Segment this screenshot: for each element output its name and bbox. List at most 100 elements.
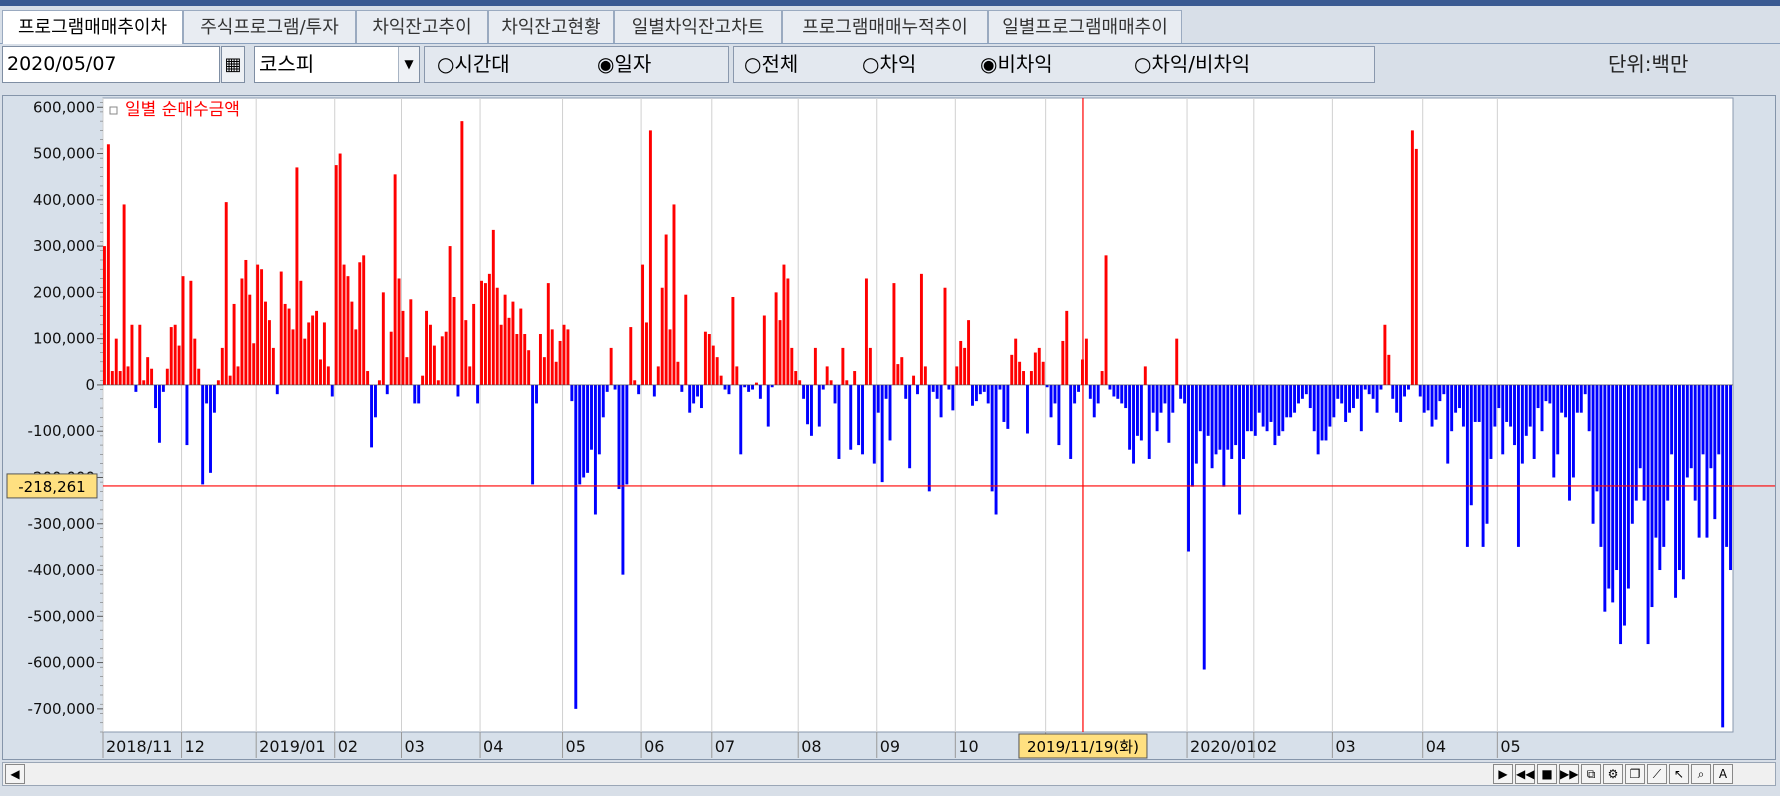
- bar[interactable]: [645, 322, 648, 385]
- bar[interactable]: [963, 347, 967, 385]
- bar[interactable]: [507, 317, 511, 385]
- bar[interactable]: [405, 357, 409, 385]
- bar[interactable]: [1088, 384, 1092, 399]
- bar[interactable]: [1395, 384, 1399, 413]
- bar[interactable]: [1650, 384, 1654, 608]
- bar[interactable]: [625, 384, 629, 485]
- bar[interactable]: [613, 384, 617, 390]
- fast-forward-icon[interactable]: ▶▶: [1559, 764, 1579, 784]
- bar[interactable]: [1725, 384, 1729, 547]
- bar[interactable]: [1611, 384, 1615, 603]
- bar[interactable]: [421, 375, 425, 385]
- bar[interactable]: [303, 338, 307, 385]
- bar[interactable]: [1065, 310, 1069, 385]
- tab-program-cumulative[interactable]: 프로그램매매누적추이: [782, 10, 988, 43]
- radio-daily[interactable]: ◉일자: [597, 47, 651, 82]
- bar[interactable]: [169, 327, 173, 385]
- bar[interactable]: [177, 345, 181, 385]
- line-chart-icon[interactable]: ⟋: [1647, 764, 1667, 784]
- bar[interactable]: [346, 276, 350, 385]
- bar[interactable]: [330, 384, 334, 397]
- bar[interactable]: [1367, 384, 1371, 395]
- bar[interactable]: [1481, 384, 1485, 547]
- bar[interactable]: [994, 384, 998, 515]
- scroll-left-icon[interactable]: ◀: [5, 764, 25, 784]
- bar[interactable]: [558, 340, 562, 385]
- bar[interactable]: [762, 315, 766, 385]
- bar[interactable]: [1501, 384, 1505, 455]
- bar[interactable]: [1681, 384, 1685, 580]
- bar[interactable]: [1092, 384, 1096, 418]
- bar[interactable]: [1493, 384, 1497, 427]
- bar[interactable]: [896, 364, 900, 385]
- copy-icon[interactable]: ⧉: [1581, 764, 1601, 784]
- bar[interactable]: [668, 329, 672, 385]
- bar[interactable]: [778, 320, 782, 385]
- bar[interactable]: [1135, 384, 1139, 436]
- bar[interactable]: [487, 273, 491, 385]
- bar[interactable]: [1556, 384, 1560, 455]
- bar[interactable]: [1355, 384, 1359, 399]
- bar[interactable]: [1014, 338, 1018, 385]
- bar[interactable]: [126, 366, 130, 385]
- bar[interactable]: [1249, 384, 1253, 432]
- bar[interactable]: [786, 278, 790, 385]
- bar[interactable]: [1006, 384, 1010, 429]
- bar[interactable]: [1658, 384, 1662, 571]
- bar[interactable]: [1352, 384, 1355, 409]
- bar[interactable]: [1100, 371, 1104, 385]
- bar[interactable]: [138, 324, 142, 385]
- bar[interactable]: [165, 368, 169, 385]
- bar[interactable]: [1285, 384, 1289, 418]
- tab-program-trend-diff[interactable]: 프로그램매매추이차: [2, 10, 183, 44]
- bar[interactable]: [550, 329, 554, 385]
- radio-non-arbitrage[interactable]: ◉비차익: [980, 47, 1053, 82]
- bar[interactable]: [782, 264, 786, 385]
- bar[interactable]: [637, 384, 641, 395]
- bar[interactable]: [1442, 384, 1446, 395]
- bar[interactable]: [590, 384, 593, 450]
- rewind-icon[interactable]: ◀◀: [1515, 764, 1535, 784]
- bar[interactable]: [1218, 384, 1222, 450]
- bar[interactable]: [1340, 384, 1344, 404]
- bar[interactable]: [209, 384, 212, 473]
- tab-arbitrage-balance-status[interactable]: 차익잔고현황: [488, 10, 614, 43]
- bar[interactable]: [1721, 384, 1725, 728]
- bar[interactable]: [1623, 384, 1626, 626]
- bar[interactable]: [1226, 384, 1230, 450]
- radio-time[interactable]: ○시간대: [437, 47, 510, 82]
- bar[interactable]: [1037, 347, 1041, 385]
- font-icon[interactable]: A: [1713, 764, 1733, 784]
- bar[interactable]: [1049, 384, 1053, 418]
- bar[interactable]: [1261, 384, 1265, 427]
- bar[interactable]: [212, 384, 216, 413]
- date-input[interactable]: 2020/05/07: [2, 46, 220, 83]
- bar[interactable]: [641, 264, 645, 385]
- bar[interactable]: [916, 384, 919, 395]
- bar[interactable]: [1139, 384, 1143, 441]
- bar[interactable]: [912, 375, 916, 385]
- bar[interactable]: [1363, 384, 1367, 390]
- bar[interactable]: [134, 384, 138, 392]
- bar[interactable]: [1379, 384, 1383, 390]
- bar[interactable]: [825, 366, 829, 385]
- bar[interactable]: [790, 347, 794, 385]
- bar[interactable]: [770, 384, 774, 388]
- bar[interactable]: [1532, 384, 1536, 459]
- bar[interactable]: [307, 322, 311, 385]
- bar[interactable]: [389, 331, 393, 385]
- bar[interactable]: [491, 229, 495, 385]
- bar[interactable]: [1564, 384, 1568, 418]
- bar[interactable]: [1666, 384, 1670, 501]
- bar[interactable]: [1410, 130, 1414, 385]
- bar[interactable]: [429, 324, 432, 385]
- bar[interactable]: [150, 368, 154, 385]
- bar[interactable]: [1717, 384, 1721, 455]
- bar[interactable]: [1277, 384, 1281, 436]
- radio-arbitrage[interactable]: ○차익: [862, 47, 916, 82]
- bar[interactable]: [688, 384, 692, 413]
- bar[interactable]: [1446, 384, 1450, 464]
- bar[interactable]: [319, 359, 322, 385]
- bar[interactable]: [731, 296, 735, 385]
- bar[interactable]: [809, 384, 813, 436]
